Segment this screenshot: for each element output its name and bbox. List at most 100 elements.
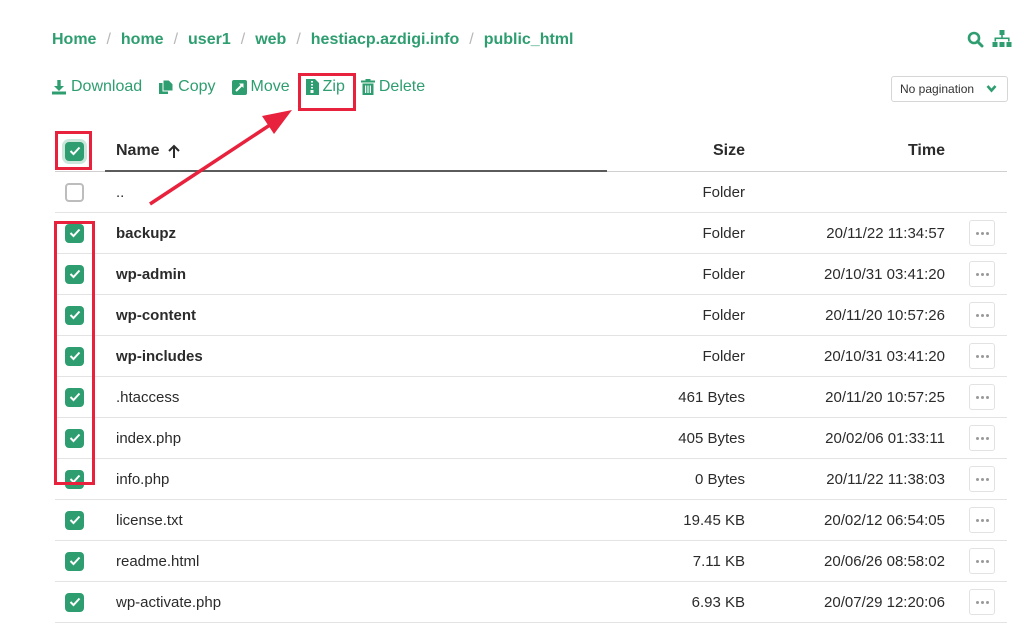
file-name[interactable]: readme.html <box>105 553 607 570</box>
row-checkbox[interactable] <box>65 305 84 325</box>
file-size: 19.45 KB <box>683 511 745 529</box>
table-row[interactable]: wp-includes Folder 20/10/31 03:41:20 <box>55 336 1007 377</box>
table-row[interactable]: readme.html 7.11 KB 20/06/26 08:58:02 <box>55 541 1007 582</box>
file-name[interactable]: .htaccess <box>105 389 607 406</box>
table-row[interactable]: license.txt 19.45 KB 20/02/12 06:54:05 <box>55 500 1007 541</box>
pagination-value: No pagination <box>900 82 975 96</box>
table-row[interactable]: info.php 0 Bytes 20/11/22 11:38:03 <box>55 459 1007 500</box>
file-size: 405 Bytes <box>678 429 745 447</box>
file-time: 20/02/06 01:33:11 <box>825 429 945 447</box>
move-label: Move <box>250 78 290 95</box>
checkmark-icon <box>69 433 80 443</box>
row-checkbox[interactable] <box>65 264 84 284</box>
column-header-time[interactable]: Time <box>745 142 945 160</box>
row-actions-button[interactable] <box>969 507 995 533</box>
table-row[interactable]: .htaccess 461 Bytes 20/11/20 10:57:25 <box>55 377 1007 418</box>
row-checkbox[interactable] <box>65 428 84 448</box>
breadcrumb-web[interactable]: web <box>255 31 286 49</box>
table-row[interactable]: wp-admin Folder 20/10/31 03:41:20 <box>55 254 1007 295</box>
row-actions-button[interactable] <box>969 261 995 287</box>
row-checkbox[interactable] <box>65 592 84 612</box>
ellipsis-icon <box>975 600 979 604</box>
search-icon[interactable] <box>967 31 984 48</box>
file-name[interactable]: info.php <box>105 471 607 488</box>
row-actions-button[interactable] <box>969 548 995 574</box>
breadcrumb-separator: / <box>469 31 474 48</box>
breadcrumb-domain[interactable]: hestiacp.azdigi.info <box>311 31 459 49</box>
file-name[interactable]: index.php <box>105 430 607 447</box>
table-row[interactable]: index.php 405 Bytes 20/02/06 01:33:11 <box>55 418 1007 459</box>
row-checkbox[interactable] <box>65 223 84 243</box>
sitemap-icon[interactable] <box>992 30 1012 48</box>
download-button[interactable]: Download <box>51 78 142 96</box>
row-checkbox[interactable] <box>65 182 84 202</box>
table-row[interactable]: .. Folder <box>55 172 1007 213</box>
checkmark-icon <box>69 392 80 402</box>
row-actions-button[interactable] <box>969 466 995 492</box>
delete-button[interactable]: Delete <box>360 78 425 96</box>
ellipsis-icon <box>975 477 979 481</box>
chevron-down-icon <box>986 85 997 93</box>
ellipsis-icon <box>975 313 979 317</box>
table-row[interactable]: backupz Folder 20/11/22 11:34:57 <box>55 213 1007 254</box>
checkmark-icon <box>69 310 80 320</box>
file-time: 20/11/20 10:57:25 <box>825 388 945 406</box>
row-checkbox[interactable] <box>65 387 84 407</box>
file-name[interactable]: wp-content <box>105 307 607 324</box>
file-size: 0 Bytes <box>694 470 745 488</box>
ellipsis-icon <box>975 559 979 563</box>
file-name[interactable]: backupz <box>105 225 607 242</box>
move-icon <box>231 79 247 95</box>
file-size: Folder <box>702 265 745 283</box>
row-actions-button[interactable] <box>969 589 995 615</box>
file-time: 20/10/31 03:41:20 <box>824 347 945 365</box>
file-time: 20/11/22 11:34:57 <box>826 224 945 242</box>
checkmark-icon <box>69 228 80 238</box>
copy-label: Copy <box>178 78 216 95</box>
breadcrumb-user[interactable]: user1 <box>188 31 231 49</box>
file-name[interactable]: wp-admin <box>105 266 607 283</box>
move-button[interactable]: Move <box>231 78 290 96</box>
checkmark-icon <box>69 351 80 361</box>
zip-button[interactable]: Zip <box>305 78 345 96</box>
file-size: Folder <box>702 183 745 201</box>
row-checkbox[interactable] <box>65 510 84 530</box>
ellipsis-icon <box>975 436 979 440</box>
file-name[interactable]: license.txt <box>105 512 607 529</box>
download-label: Download <box>71 78 143 95</box>
file-table: Name Size Time .. Folder backupz Folder 20/1… <box>55 131 1007 623</box>
breadcrumb-public-html[interactable]: public_html <box>484 31 574 49</box>
file-size: Folder <box>702 306 745 324</box>
column-header-name[interactable]: Name <box>105 142 607 160</box>
breadcrumb-home[interactable]: Home <box>52 31 96 49</box>
row-actions-button[interactable] <box>969 343 995 369</box>
row-actions-button[interactable] <box>969 384 995 410</box>
breadcrumb-home-dir[interactable]: home <box>121 31 164 49</box>
arrow-up-icon <box>167 144 180 158</box>
row-actions-button[interactable] <box>969 425 995 451</box>
top-icons <box>967 30 1012 48</box>
zip-label: Zip <box>322 78 345 95</box>
column-header-name-label: Name <box>116 142 160 159</box>
breadcrumb-separator: / <box>240 31 246 48</box>
ellipsis-icon <box>975 272 979 276</box>
file-name[interactable]: .. <box>105 184 607 201</box>
column-header-size[interactable]: Size <box>607 142 745 160</box>
ellipsis-icon <box>975 395 979 399</box>
file-name[interactable]: wp-includes <box>105 348 607 365</box>
checkmark-icon <box>69 474 80 484</box>
pagination-select[interactable]: No pagination <box>891 76 1008 102</box>
row-checkbox[interactable] <box>65 469 84 489</box>
select-all-checkbox[interactable] <box>65 141 84 161</box>
file-time: 20/10/31 03:41:20 <box>824 265 945 283</box>
row-checkbox[interactable] <box>65 551 84 571</box>
breadcrumb-separator: / <box>106 31 111 48</box>
row-actions-button[interactable] <box>969 302 995 328</box>
row-actions-button[interactable] <box>969 220 995 246</box>
copy-button[interactable]: Copy <box>158 78 216 96</box>
row-checkbox[interactable] <box>65 346 84 366</box>
table-row[interactable]: wp-content Folder 20/11/20 10:57:26 <box>55 295 1007 336</box>
file-size: 7.11 KB <box>692 552 745 570</box>
table-row[interactable]: wp-activate.php 6.93 KB 20/07/29 12:20:06 <box>55 582 1007 623</box>
file-name[interactable]: wp-activate.php <box>105 594 607 611</box>
